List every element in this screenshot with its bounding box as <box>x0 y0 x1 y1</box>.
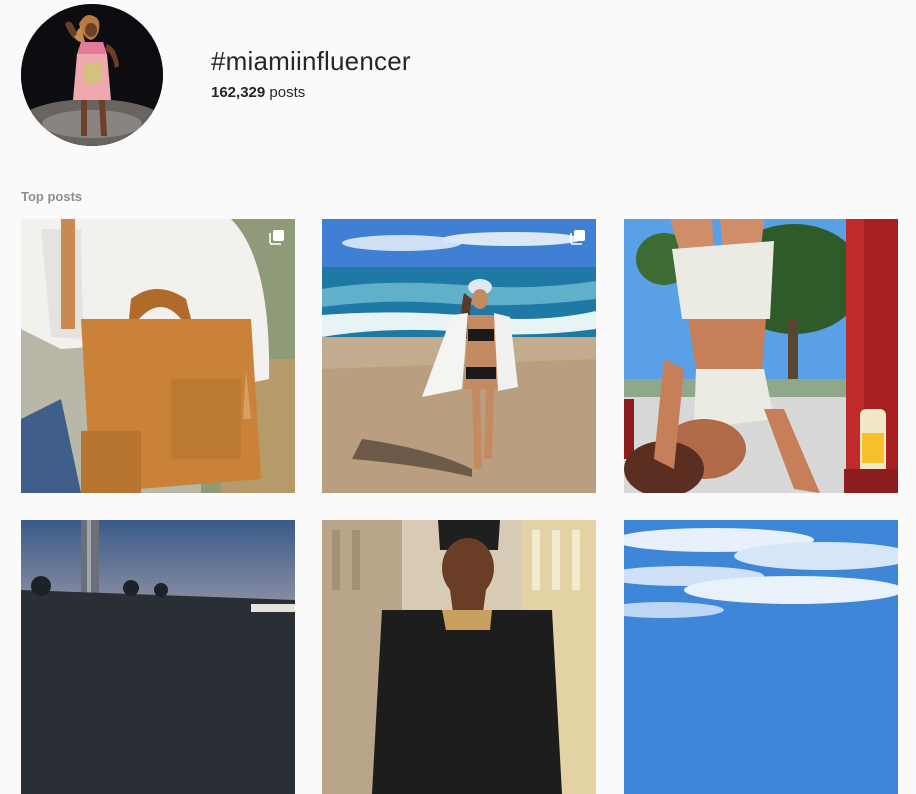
posts-count-number: 162,329 <box>211 84 266 101</box>
carousel-icon <box>570 230 585 245</box>
hashtag-avatar[interactable] <box>21 4 163 146</box>
post-tile-portrait[interactable] <box>322 520 596 794</box>
posts-count-word: posts <box>269 84 306 101</box>
hashtag-header: #miamiinfluencer 162,329 posts <box>21 4 901 148</box>
post-tile-handstand[interactable] <box>624 219 898 493</box>
hashtag-info: #miamiinfluencer 162,329 posts <box>211 46 411 101</box>
top-posts-label: Top posts <box>21 189 83 204</box>
post-tile-bag[interactable] <box>21 219 295 493</box>
post-tile-sunset[interactable] <box>21 520 295 794</box>
post-tile-sky[interactable] <box>624 520 898 794</box>
hashtag-title: #miamiinfluencer <box>211 46 411 76</box>
posts-count: 162,329 posts <box>211 84 411 101</box>
post-tile-beach[interactable] <box>322 219 596 493</box>
carousel-icon <box>269 230 284 245</box>
